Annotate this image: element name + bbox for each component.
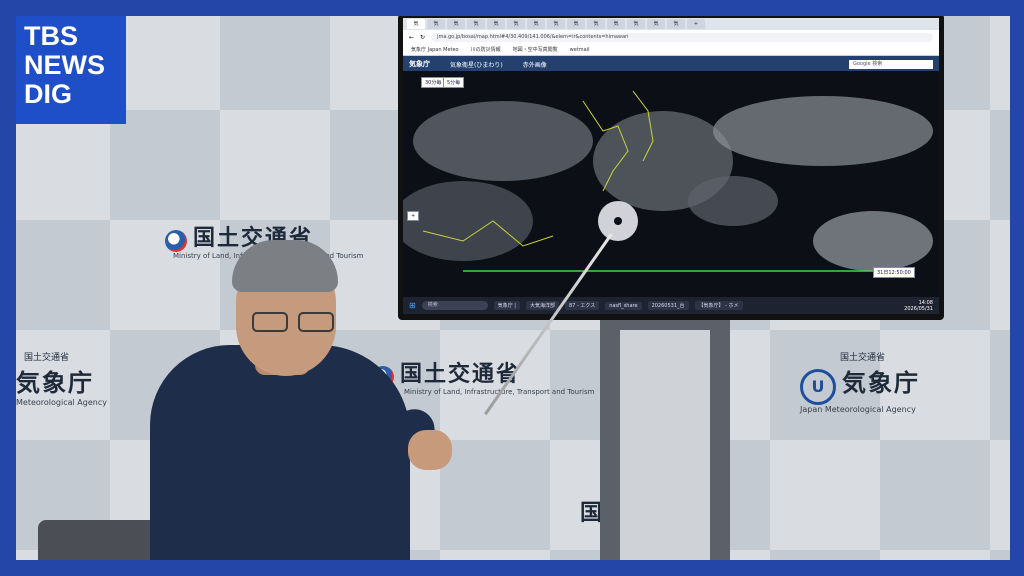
mlit-emblem-icon <box>165 229 187 252</box>
mlit-name: 国土交通省 <box>400 361 521 387</box>
mlit-logo-center: 国土交通省 Ministry of Land, Infrastructure, … <box>372 356 594 396</box>
browser-tab[interactable]: 気 <box>447 19 465 29</box>
site-search-input[interactable]: Google 検索 <box>849 59 933 69</box>
menu-item-infrared[interactable]: 赤外画像 <box>523 60 547 69</box>
monitor-screen: 気 気 気 気 気 気 気 気 気 気 気 気 気 気 + ← ↻ jma.go… <box>403 18 939 314</box>
browser-tab[interactable]: 気 <box>607 19 625 29</box>
browser-url-bar: ← ↻ jma.go.jp/bosai/map.html#4/30.409/14… <box>403 30 939 44</box>
bookmark-item[interactable]: wetmail <box>570 47 590 53</box>
address-input[interactable]: jma.go.jp/bosai/map.html#4/30.409/141.00… <box>431 32 933 42</box>
monitor-stand <box>600 320 730 560</box>
bookmarks-bar: 気象庁 Japan Meteo 川の防災情報 地図・空中写真閲覧 wetmail <box>403 44 939 56</box>
jma-en: Japan Meteorological Agency <box>800 404 916 414</box>
jma-logo-right: 国土交通省 U 気象庁 Japan Meteorological Agency <box>800 350 920 414</box>
refresh-icon[interactable]: ↻ <box>420 34 425 41</box>
browser-tab[interactable]: 気 <box>527 19 545 29</box>
jma-parent: 国土交通省 <box>24 353 70 363</box>
browser-tab[interactable]: 気 <box>547 19 565 29</box>
taskbar-item[interactable]: 【気象庁】 - ホメ <box>694 301 743 310</box>
new-tab-button[interactable]: + <box>687 19 705 29</box>
jma-en: Meteorological Agency <box>16 398 107 407</box>
bookmark-item[interactable]: 地図・空中写真閲覧 <box>513 46 558 53</box>
jma-parent: 国土交通省 <box>840 353 886 363</box>
jma-site-brand[interactable]: 気象庁 <box>409 59 430 69</box>
browser-tab[interactable]: 気 <box>427 19 445 29</box>
tbs-news-dig-logo: TBS NEWS DIG <box>16 16 126 124</box>
browser-tab[interactable]: 気 <box>567 19 585 29</box>
interval-30min-button[interactable]: 30分毎 <box>421 77 446 88</box>
interval-5min-button[interactable]: 5分毎 <box>443 77 465 88</box>
frame-border <box>0 560 1024 576</box>
video-frame: 国土交通省 Ministry of Land, Infrastructure, … <box>0 0 1024 576</box>
taskbar-item[interactable]: 気象庁 | <box>493 301 520 310</box>
browser-tab[interactable]: 気 <box>507 19 525 29</box>
menu-item-satellite[interactable]: 気象衛星(ひまわり) <box>450 60 503 69</box>
browser-tab[interactable]: 気 <box>667 19 685 29</box>
browser-tab[interactable]: 気 <box>627 19 645 29</box>
display-monitor: 気 気 気 気 気 気 気 気 気 気 気 気 気 気 + ← ↻ jma.go… <box>398 14 944 320</box>
satellite-map[interactable]: 30分毎 5分毎 + 31日12:50:00 <box>403 71 939 297</box>
taskbar-item[interactable]: 20260531_台 <box>647 301 689 310</box>
zoom-in-button[interactable]: + <box>407 211 420 221</box>
frame-border <box>0 0 1024 16</box>
frame-border <box>0 0 16 576</box>
browser-tab[interactable]: 気 <box>647 19 665 29</box>
taskbar-item[interactable]: nasfl_share <box>605 301 642 310</box>
jma-logo-left: 国土交通省 気象庁 Meteorological Agency <box>16 350 107 407</box>
jma-emblem-icon: U <box>800 368 836 405</box>
windows-start-icon[interactable]: ⊞ <box>409 301 416 310</box>
bookmark-item[interactable]: 気象庁 Japan Meteo <box>411 46 459 53</box>
browser-tab[interactable]: 気 <box>407 19 425 29</box>
satellite-infrared-image <box>403 71 939 297</box>
taskbar-item[interactable]: 大気海洋部 <box>525 301 559 310</box>
taskbar-clock: 14:08 2026/05/31 <box>904 300 933 312</box>
bookmark-item[interactable]: 川の防災情報 <box>471 46 501 53</box>
windows-taskbar: ⊞ 検索 気象庁 | 大気海洋部 87 - エクス nasfl_share 20… <box>403 297 939 314</box>
time-display: 31日12:50:00 <box>873 267 915 278</box>
taskbar-search-input[interactable]: 検索 <box>421 301 488 310</box>
jma-site-header: 気象庁 気象衛星(ひまわり) 赤外画像 Google 検索 <box>403 56 939 72</box>
jma-name: 気象庁 <box>16 368 94 397</box>
browser-tab[interactable]: 気 <box>587 19 605 29</box>
logo-line: DIG <box>24 79 73 109</box>
browser-tab[interactable]: 気 <box>467 19 485 29</box>
clock-date: 2026/05/31 <box>904 305 933 312</box>
browser-tab-bar: 気 気 気 気 気 気 気 気 気 気 気 気 気 気 + <box>403 18 939 30</box>
logo-line: NEWS <box>24 50 105 80</box>
presenter-hand <box>408 430 452 470</box>
taskbar-item[interactable]: 87 - エクス <box>565 301 600 310</box>
back-icon[interactable]: ← <box>409 34 414 41</box>
presenter-glasses <box>252 312 336 332</box>
browser-tab[interactable]: 気 <box>487 19 505 29</box>
logo-line: TBS <box>24 21 78 51</box>
jma-name: 気象庁 <box>842 368 920 397</box>
frame-border <box>1010 0 1024 576</box>
